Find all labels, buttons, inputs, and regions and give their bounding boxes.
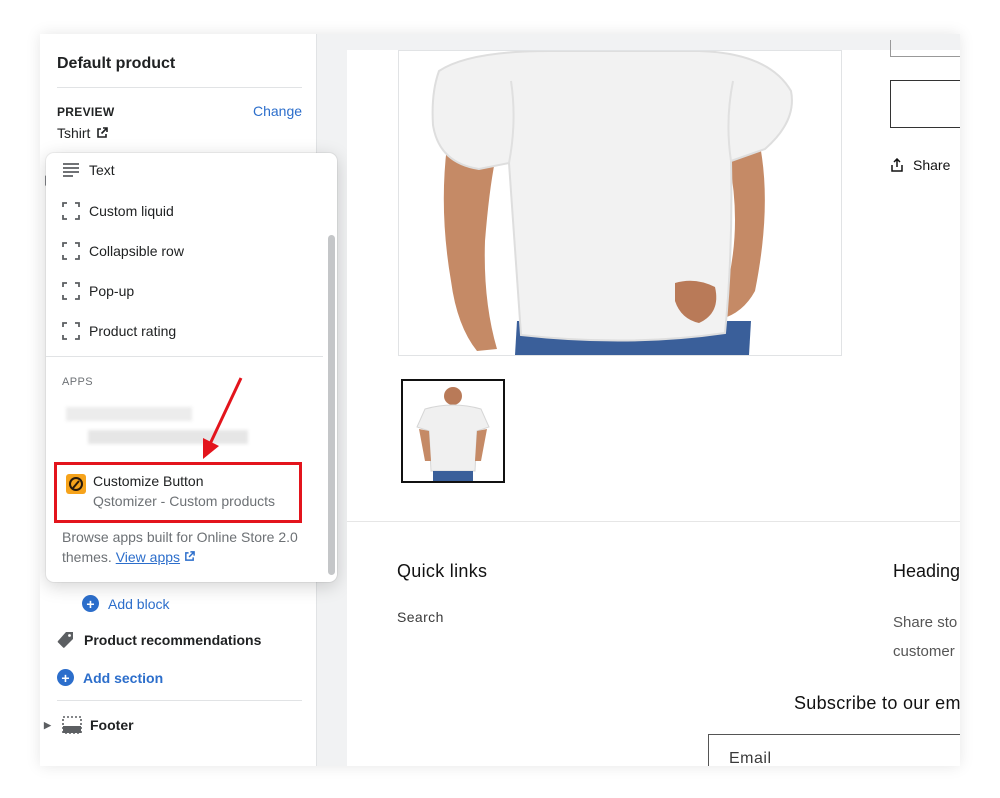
app-block-customize-button[interactable]: Customize Button Qstomizer - Custom prod… bbox=[54, 462, 302, 523]
storefront-preview: Share Quick links Search Heading Share s… bbox=[347, 40, 960, 766]
footer-label: Footer bbox=[90, 717, 134, 733]
add-to-cart-button[interactable] bbox=[890, 80, 960, 128]
caret-right-icon[interactable]: ▶ bbox=[44, 720, 54, 731]
app-frame: Default product PREVIEW Change Tshirt ▮ … bbox=[40, 34, 960, 766]
variant-selector-box[interactable] bbox=[890, 40, 960, 57]
browse-apps-text: Browse apps built for Online Store 2.0 t… bbox=[62, 527, 302, 567]
external-link-icon bbox=[97, 127, 109, 138]
product-thumbnail[interactable] bbox=[401, 379, 505, 483]
block-option-label: Collapsible row bbox=[89, 243, 184, 259]
add-block-button[interactable]: + Add block bbox=[82, 595, 169, 612]
tag-icon bbox=[57, 632, 73, 648]
footer-text: Share sto customer bbox=[893, 608, 957, 666]
view-apps-link[interactable]: View apps bbox=[116, 549, 180, 565]
add-block-label: Add block bbox=[108, 595, 170, 612]
apps-section-label: APPS bbox=[62, 376, 93, 388]
app-block-name: Customize Button bbox=[93, 473, 204, 489]
divider bbox=[57, 87, 302, 88]
section-footer[interactable]: ▶ Footer bbox=[44, 716, 134, 734]
add-block-popover: Text Custom liquid Collapsible row Pop-u… bbox=[46, 153, 337, 582]
footer-layout-icon bbox=[62, 716, 82, 734]
newsletter-heading: Subscribe to our ema bbox=[794, 693, 960, 713]
dashed-square-icon bbox=[62, 242, 80, 260]
block-option-pop-up[interactable]: Pop-up bbox=[62, 282, 134, 300]
divider bbox=[46, 356, 323, 357]
footer-heading: Heading bbox=[893, 561, 960, 581]
plus-circle-icon: + bbox=[82, 595, 99, 612]
footer-text-line: customer bbox=[893, 643, 955, 660]
block-option-label: Custom liquid bbox=[89, 203, 174, 219]
preview-label: PREVIEW bbox=[57, 105, 115, 119]
footer-text-line: Share sto bbox=[893, 614, 958, 631]
template-title: Default product bbox=[57, 55, 176, 72]
email-placeholder: Email bbox=[729, 750, 772, 766]
divider bbox=[57, 700, 302, 701]
external-link-icon bbox=[185, 551, 195, 561]
qstomizer-app-icon bbox=[66, 474, 86, 494]
block-option-label: Pop-up bbox=[89, 283, 135, 299]
footer-search-link[interactable]: Search bbox=[397, 609, 444, 625]
block-option-custom-liquid[interactable]: Custom liquid bbox=[62, 202, 174, 220]
block-option-label: Product rating bbox=[89, 323, 177, 339]
blurred-app-entry bbox=[66, 407, 192, 421]
dashed-square-icon bbox=[62, 282, 80, 300]
share-label: Share bbox=[913, 157, 951, 173]
newsletter-email-input[interactable]: Email bbox=[708, 734, 960, 766]
block-option-product-rating[interactable]: Product rating bbox=[62, 322, 176, 340]
section-label: Product recommendations bbox=[84, 632, 262, 648]
section-product-recommendations[interactable]: Product recommendations bbox=[57, 631, 261, 649]
change-preview-link[interactable]: Change bbox=[253, 103, 302, 119]
block-option-text[interactable]: Text bbox=[62, 162, 115, 178]
plus-circle-icon: + bbox=[57, 669, 74, 686]
share-icon bbox=[891, 158, 903, 172]
share-button[interactable]: Share bbox=[890, 157, 950, 173]
block-option-collapsible-row[interactable]: Collapsible row bbox=[62, 242, 184, 260]
browse-apps-description: Browse apps built for Online Store 2.0 t… bbox=[62, 529, 298, 565]
preview-product-name: Tshirt bbox=[57, 125, 91, 141]
app-block-provider: Qstomizer - Custom products bbox=[93, 493, 276, 509]
dashed-square-icon bbox=[62, 202, 80, 220]
block-option-label: Text bbox=[89, 162, 115, 178]
add-section-label: Add section bbox=[83, 669, 164, 686]
product-main-image[interactable] bbox=[398, 50, 842, 356]
quick-links-heading: Quick links bbox=[397, 561, 488, 581]
dashed-square-icon bbox=[62, 322, 80, 340]
preview-product[interactable]: Tshirt bbox=[57, 125, 109, 141]
footer-divider bbox=[347, 521, 960, 522]
add-section-button[interactable]: + Add section bbox=[57, 669, 163, 686]
popover-scrollbar[interactable] bbox=[328, 235, 335, 575]
blurred-app-entry bbox=[88, 430, 248, 444]
text-lines-icon bbox=[63, 163, 79, 177]
